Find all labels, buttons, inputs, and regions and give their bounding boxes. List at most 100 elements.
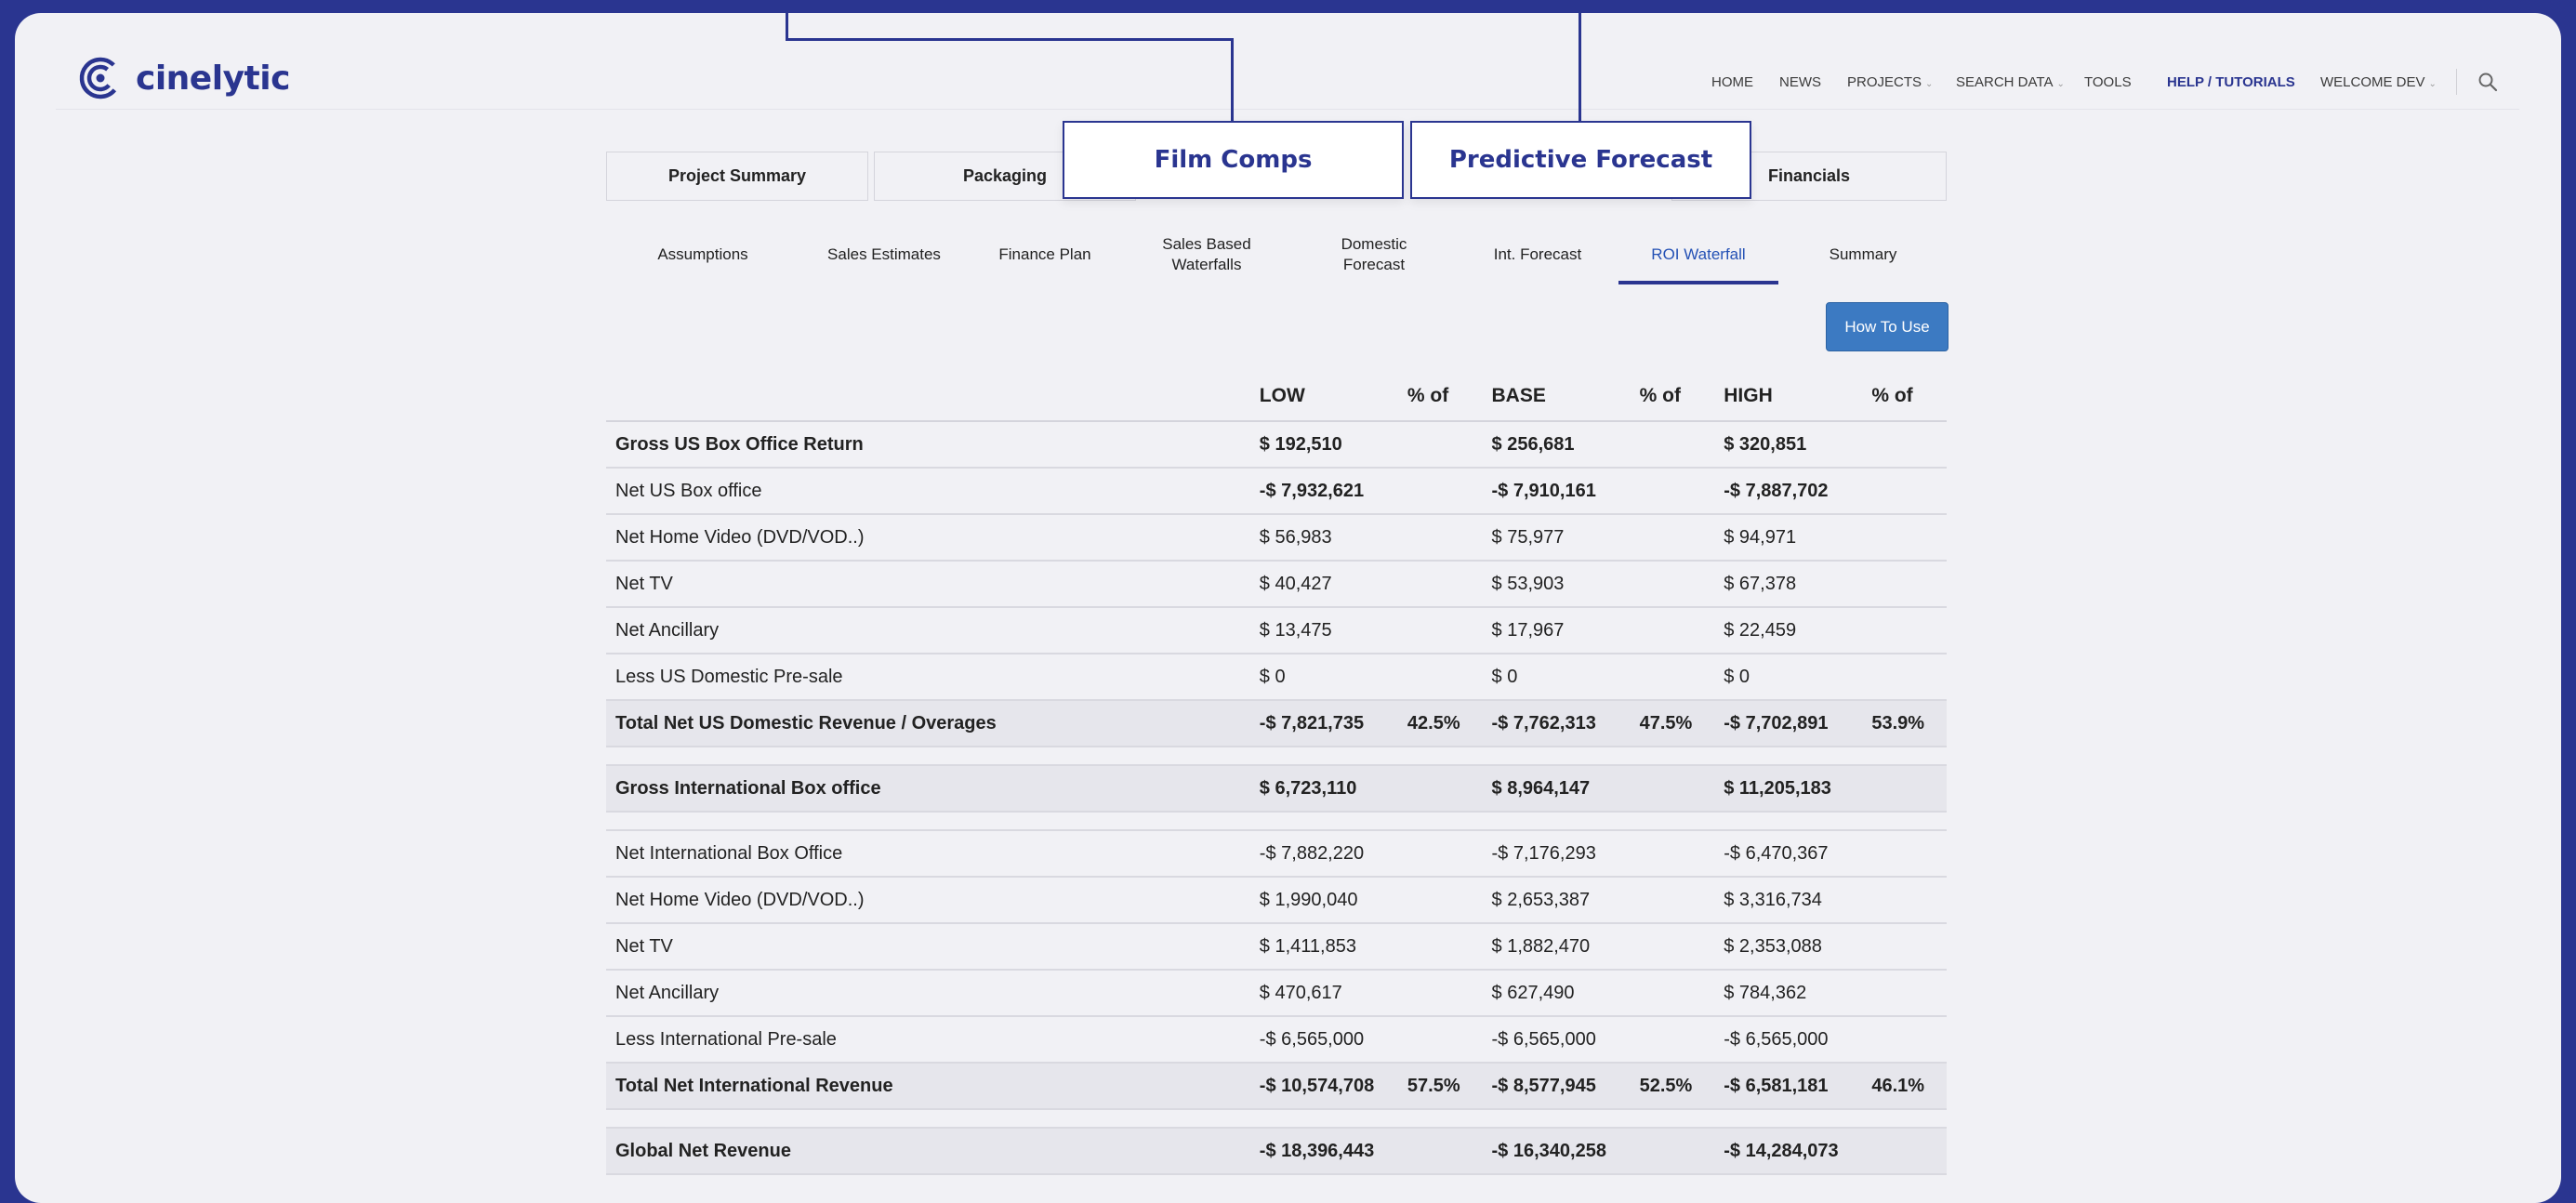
cell-low-pct [1397, 970, 1483, 1017]
cell-high: -$ 6,581,181 [1714, 1063, 1863, 1110]
cell-high-pct [1862, 1016, 1947, 1064]
cell-label: Global Net Revenue [606, 1128, 1250, 1175]
cell-low-pct [1397, 923, 1483, 971]
subtab-assumptions[interactable]: Assumptions [634, 227, 772, 283]
search-icon[interactable] [2477, 71, 2499, 93]
subtab-domestic-forecast[interactable]: Domestic Forecast [1309, 227, 1439, 283]
cell-high-pct [1862, 830, 1947, 878]
cell-label: Gross US Box Office Return [606, 421, 1250, 469]
cell-low: -$ 10,574,708 [1249, 1063, 1398, 1110]
cell-base: $ 256,681 [1482, 421, 1631, 469]
roi-waterfall-table: LOW % of BASE % of HIGH % of Gross US Bo… [606, 372, 1947, 1175]
cell-low-pct [1397, 1128, 1483, 1175]
callout-connector [786, 38, 1233, 41]
cell-low-pct [1397, 877, 1483, 924]
nav-news[interactable]: NEWS [1779, 73, 1821, 93]
cell-high-pct [1862, 970, 1947, 1017]
subtab-label: Forecast [1342, 256, 1406, 273]
subtab-finance-plan[interactable]: Finance Plan [980, 227, 1110, 283]
cell-label: Net Home Video (DVD/VOD..) [606, 877, 1250, 924]
cell-high-pct [1862, 514, 1947, 562]
cell-low-pct [1397, 654, 1483, 701]
table-row: Net Home Video (DVD/VOD..) $ 56,983 $ 75,9… [606, 514, 1947, 562]
cell-high-pct [1862, 765, 1947, 813]
nav-projects[interactable]: PROJECTS ⌄ [1847, 73, 1933, 95]
nav-tools[interactable]: TOOLS [2084, 73, 2131, 93]
nav-help-tutorials[interactable]: HELP / TUTORIALS [2167, 73, 2295, 93]
cell-base-pct [1630, 607, 1715, 654]
cell-high-pct: 46.1% [1862, 1063, 1947, 1110]
subtab-sales-estimates[interactable]: Sales Estimates [809, 227, 959, 283]
cell-high: $ 3,316,734 [1714, 877, 1863, 924]
tab-predictive-forecast[interactable]: Predictive Forecast [1410, 121, 1751, 199]
nav-welcome-user[interactable]: WELCOME DEV ⌄ [2320, 73, 2437, 95]
cell-low: $ 40,427 [1249, 561, 1398, 608]
header-low: LOW [1249, 372, 1398, 422]
header-base-pct: % of [1630, 372, 1715, 422]
cell-low-pct [1397, 830, 1483, 878]
subtab-label: Waterfalls [1171, 256, 1242, 273]
cell-base: $ 1,882,470 [1482, 923, 1631, 971]
table-row: Net TV $ 40,427 $ 53,903 $ 67,378 [606, 561, 1947, 608]
cell-base: $ 75,977 [1482, 514, 1631, 562]
nav-search-data-label: SEARCH DATA [1956, 74, 2054, 90]
table-row: Gross US Box Office Return $ 192,510 $ 256… [606, 421, 1947, 469]
cell-base-pct [1630, 654, 1715, 701]
cell-base-pct [1630, 877, 1715, 924]
nav-search-data[interactable]: SEARCH DATA ⌄ [1956, 73, 2065, 95]
subtab-int-forecast[interactable]: Int. Forecast [1473, 227, 1603, 283]
subtab-summary[interactable]: Summary [1798, 227, 1928, 283]
tab-project-summary[interactable]: Project Summary [606, 152, 868, 201]
how-to-use-button[interactable]: How To Use [1826, 302, 1949, 351]
tab-film-comps[interactable]: Film Comps [1063, 121, 1404, 199]
cell-base-pct [1630, 970, 1715, 1017]
table-row: Total Net US Domestic Revenue / Overages… [606, 700, 1947, 747]
cell-high: $ 784,362 [1714, 970, 1863, 1017]
cell-base: -$ 6,565,000 [1482, 1016, 1631, 1064]
cell-high: -$ 6,565,000 [1714, 1016, 1863, 1064]
cell-base: $ 17,967 [1482, 607, 1631, 654]
cell-low: $ 13,475 [1249, 607, 1398, 654]
cell-label: Less US Domestic Pre-sale [606, 654, 1250, 701]
spacer-cell [606, 747, 1947, 766]
spacer-cell [606, 1109, 1947, 1129]
cell-base-pct [1630, 830, 1715, 878]
header-divider [56, 109, 2519, 110]
cell-high-pct [1862, 468, 1947, 515]
cell-low-pct [1397, 468, 1483, 515]
table-row: Net Home Video (DVD/VOD..) $ 1,990,040 $ 2… [606, 877, 1947, 924]
cell-base-pct [1630, 421, 1715, 469]
table-header-row: LOW % of BASE % of HIGH % of [606, 372, 1947, 422]
header-high-pct: % of [1862, 372, 1947, 422]
cell-high: -$ 14,284,073 [1714, 1128, 1863, 1175]
cell-high-pct [1862, 421, 1947, 469]
table-row: Net Ancillary $ 13,475 $ 17,967 $ 22,459 [606, 607, 1947, 654]
cell-low-pct [1397, 1016, 1483, 1064]
cell-base-pct [1630, 1128, 1715, 1175]
cell-base-pct: 52.5% [1630, 1063, 1715, 1110]
cell-high-pct [1862, 877, 1947, 924]
cell-base-pct [1630, 923, 1715, 971]
cell-label: Net Ancillary [606, 970, 1250, 1017]
cell-base: -$ 7,762,313 [1482, 700, 1631, 747]
nav-home[interactable]: HOME [1711, 73, 1753, 93]
table-row: Net International Box Office -$ 7,882,220… [606, 830, 1947, 878]
cell-high-pct [1862, 607, 1947, 654]
cell-base-pct [1630, 468, 1715, 515]
subtab-label: Domestic [1341, 235, 1407, 253]
cell-high: -$ 6,470,367 [1714, 830, 1863, 878]
table-row: Net US Box office -$ 7,932,621 -$ 7,910,16… [606, 468, 1947, 515]
cell-low-pct [1397, 765, 1483, 813]
header-high: HIGH [1714, 372, 1863, 422]
cell-base: -$ 8,577,945 [1482, 1063, 1631, 1110]
cell-base-pct [1630, 561, 1715, 608]
subtab-sales-based-waterfalls[interactable]: Sales Based Waterfalls [1142, 227, 1272, 283]
cell-low: -$ 6,565,000 [1249, 1016, 1398, 1064]
cell-label: Total Net US Domestic Revenue / Overages [606, 700, 1250, 747]
subtab-roi-waterfall[interactable]: ROI Waterfall [1618, 227, 1778, 283]
table-row: Total Net International Revenue -$ 10,574… [606, 1063, 1947, 1110]
table-row: Net TV $ 1,411,853 $ 1,882,470 $ 2,353,088 [606, 923, 1947, 971]
top-nav: HOME NEWS PROJECTS ⌄ SEARCH DATA ⌄ TOOLS H… [0, 73, 2576, 93]
cell-high-pct [1862, 923, 1947, 971]
cell-low-pct: 57.5% [1397, 1063, 1483, 1110]
